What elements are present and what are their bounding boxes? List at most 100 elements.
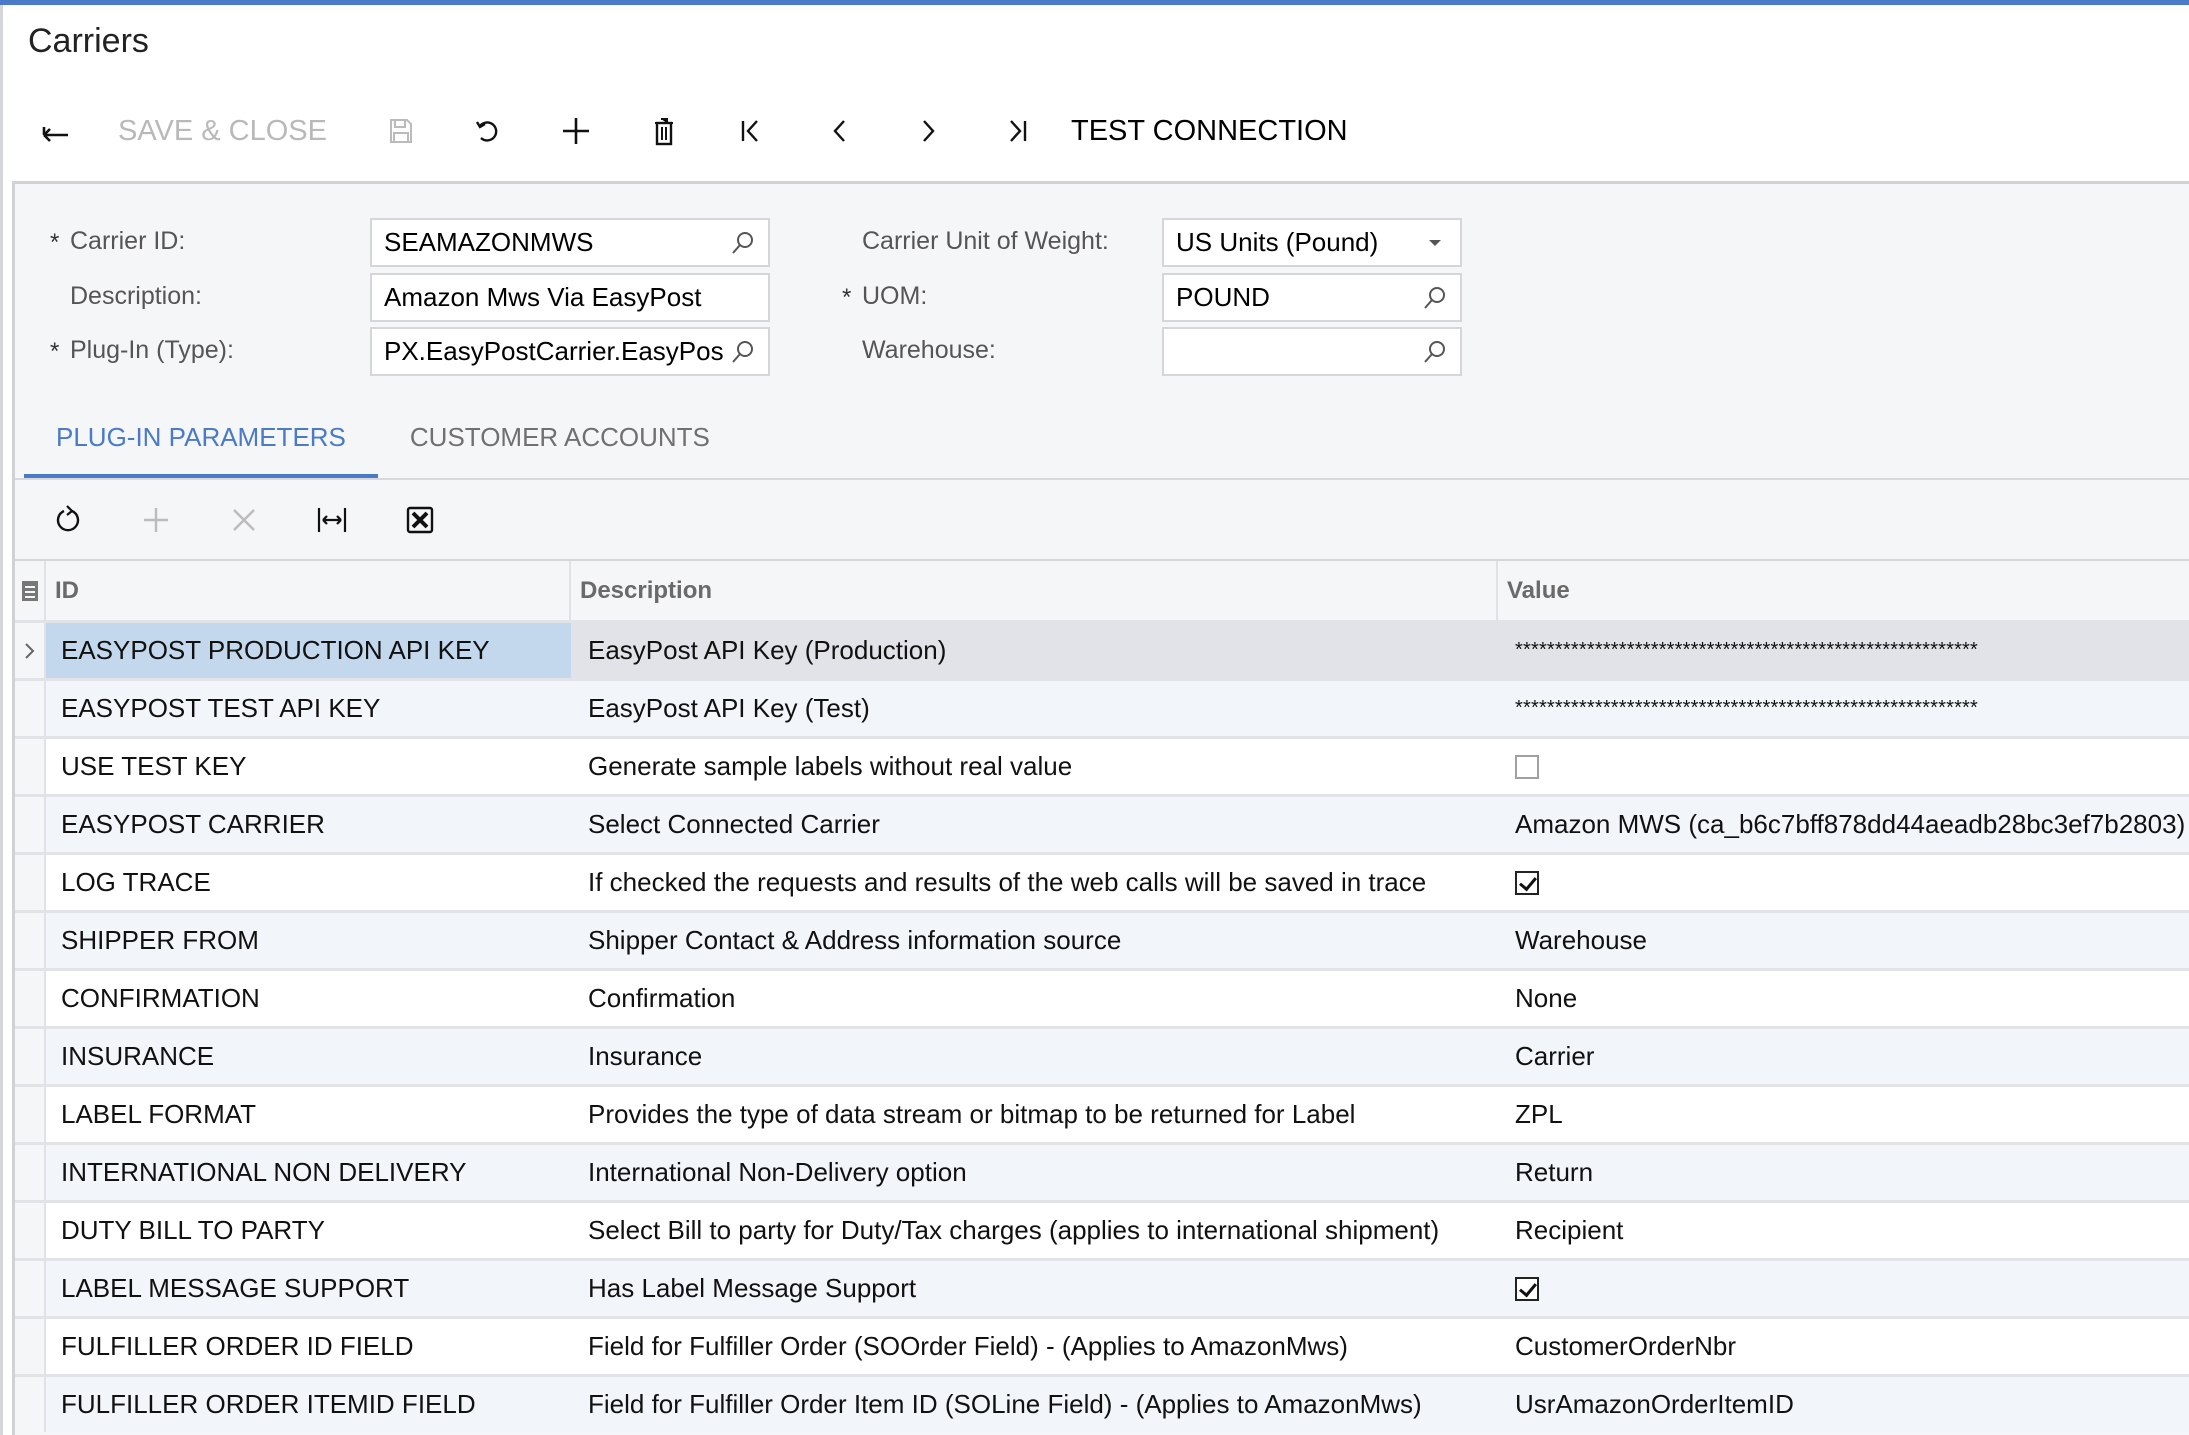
export-excel-button[interactable] [376,502,464,538]
row-selector[interactable] [15,1377,46,1432]
cell-id[interactable]: EASYPOST CARRIER [46,797,571,852]
search-icon[interactable] [1422,285,1448,311]
cell-id[interactable]: SHIPPER FROM [46,913,571,968]
checkbox-checked[interactable] [1515,870,1539,895]
cell-value[interactable]: UsrAmazonOrderItemID [1498,1377,2189,1432]
cell-value[interactable]: Carrier [1498,1029,2189,1084]
cell-value[interactable]: Warehouse [1498,913,2189,968]
row-selector[interactable] [15,623,46,678]
table-row[interactable]: LABEL FORMAT Provides the type of data st… [15,1084,2189,1142]
cell-id[interactable]: CONFIRMATION [46,971,571,1026]
description-field[interactable]: Amazon Mws Via EasyPost [370,273,770,322]
cell-value[interactable]: ZPL [1498,1087,2189,1142]
cell-description[interactable]: Select Connected Carrier [571,797,1498,852]
add-button[interactable] [551,106,601,156]
unit-of-weight-select[interactable]: US Units (Pound) [1162,218,1462,267]
uom-field[interactable]: POUND [1162,273,1462,322]
cell-value[interactable] [1498,1261,2189,1316]
cell-description[interactable]: Has Label Message Support [571,1261,1498,1316]
cell-value[interactable]: Amazon MWS (ca_b6c7bff878dd44aeadb28bc3e… [1498,797,2189,852]
row-selector[interactable] [15,1319,46,1374]
fit-columns-button[interactable] [288,502,376,538]
cell-description[interactable]: Field for Fulfiller Order Item ID (SOLin… [571,1377,1498,1432]
cell-description[interactable]: Generate sample labels without real valu… [571,739,1498,794]
cell-id[interactable]: INTERNATIONAL NON DELIVERY [46,1145,571,1200]
last-record-button[interactable] [991,106,1041,156]
checkbox-checked[interactable] [1515,1276,1539,1301]
cell-value[interactable]: ****************************************… [1498,623,2189,678]
cell-description[interactable]: Field for Fulfiller Order (SOOrder Field… [571,1319,1498,1374]
table-row[interactable]: FULFILLER ORDER ITEMID FIELD Field for Fu… [15,1374,2189,1432]
table-row[interactable]: EASYPOST TEST API KEY EasyPost API Key (T… [15,678,2189,736]
cell-description[interactable]: EasyPost API Key (Test) [571,681,1498,736]
row-selector[interactable] [15,1029,46,1084]
row-selector[interactable] [15,1087,46,1142]
first-record-button[interactable] [727,106,777,156]
row-selector[interactable] [15,971,46,1026]
test-connection-button[interactable]: TEST CONNECTION [1071,106,1348,156]
row-selector[interactable] [15,739,46,794]
cell-id[interactable]: EASYPOST PRODUCTION API KEY [46,623,571,678]
column-chooser-button[interactable] [15,561,46,620]
table-row[interactable]: USE TEST KEY Generate sample labels witho… [15,736,2189,794]
delete-button[interactable] [639,106,689,156]
table-row[interactable]: LABEL MESSAGE SUPPORT Has Label Message S… [15,1258,2189,1316]
cell-value[interactable]: Return [1498,1145,2189,1200]
table-row[interactable]: LOG TRACE If checked the requests and res… [15,852,2189,910]
cell-value[interactable]: CustomerOrderNbr [1498,1319,2189,1374]
cell-value[interactable]: ****************************************… [1498,681,2189,736]
cell-description[interactable]: International Non-Delivery option [571,1145,1498,1200]
cell-id[interactable]: LOG TRACE [46,855,571,910]
delete-row-button[interactable] [200,502,288,538]
cell-id[interactable]: FULFILLER ORDER ID FIELD [46,1319,571,1374]
cell-id[interactable]: FULFILLER ORDER ITEMID FIELD [46,1377,571,1432]
column-header-id[interactable]: ID [46,561,571,620]
row-selector[interactable] [15,797,46,852]
row-selector[interactable] [15,1203,46,1258]
cell-value[interactable] [1498,855,2189,910]
table-row[interactable]: EASYPOST CARRIER Select Connected Carrier… [15,794,2189,852]
back-button[interactable] [30,106,80,156]
row-selector[interactable] [15,681,46,736]
previous-record-button[interactable] [815,106,865,156]
search-icon[interactable] [730,339,756,365]
table-row[interactable]: SHIPPER FROM Shipper Contact & Address in… [15,910,2189,968]
row-selector[interactable] [15,855,46,910]
save-close-button[interactable]: SAVE & CLOSE [118,106,327,156]
cell-description[interactable]: Shipper Contact & Address information so… [571,913,1498,968]
undo-button[interactable] [463,106,513,156]
table-row[interactable]: INTERNATIONAL NON DELIVERY International … [15,1142,2189,1200]
cell-id[interactable]: EASYPOST TEST API KEY [46,681,571,736]
row-selector[interactable] [15,913,46,968]
cell-id[interactable]: INSURANCE [46,1029,571,1084]
cell-description[interactable]: Provides the type of data stream or bitm… [571,1087,1498,1142]
add-row-button[interactable] [112,502,200,538]
table-row[interactable]: FULFILLER ORDER ID FIELD Field for Fulfil… [15,1316,2189,1374]
tab-customer-accounts[interactable]: CUSTOMER ACCOUNTS [378,412,742,480]
cell-description[interactable]: Select Bill to party for Duty/Tax charge… [571,1203,1498,1258]
search-icon[interactable] [1422,339,1448,365]
cell-id[interactable]: LABEL FORMAT [46,1087,571,1142]
table-row[interactable]: DUTY BILL TO PARTY Select Bill to party f… [15,1200,2189,1258]
next-record-button[interactable] [903,106,953,156]
column-header-description[interactable]: Description [571,561,1498,620]
cell-description[interactable]: Confirmation [571,971,1498,1026]
cell-description[interactable]: Insurance [571,1029,1498,1084]
table-row[interactable]: INSURANCE Insurance Carrier [15,1026,2189,1084]
cell-id[interactable]: USE TEST KEY [46,739,571,794]
checkbox-unchecked[interactable] [1515,754,1539,779]
row-selector[interactable] [15,1145,46,1200]
carrier-id-field[interactable]: SEAMAZONMWS [370,218,770,267]
search-icon[interactable] [730,230,756,256]
warehouse-field[interactable] [1162,327,1462,376]
cell-id[interactable]: LABEL MESSAGE SUPPORT [46,1261,571,1316]
cell-value[interactable] [1498,739,2189,794]
refresh-button[interactable] [24,502,112,538]
tab-plugin-parameters[interactable]: PLUG-IN PARAMETERS [24,412,378,480]
cell-value[interactable]: None [1498,971,2189,1026]
cell-id[interactable]: DUTY BILL TO PARTY [46,1203,571,1258]
row-selector[interactable] [15,1261,46,1316]
column-header-value[interactable]: Value [1498,561,2189,620]
cell-description[interactable]: If checked the requests and results of t… [571,855,1498,910]
cell-value[interactable]: Recipient [1498,1203,2189,1258]
